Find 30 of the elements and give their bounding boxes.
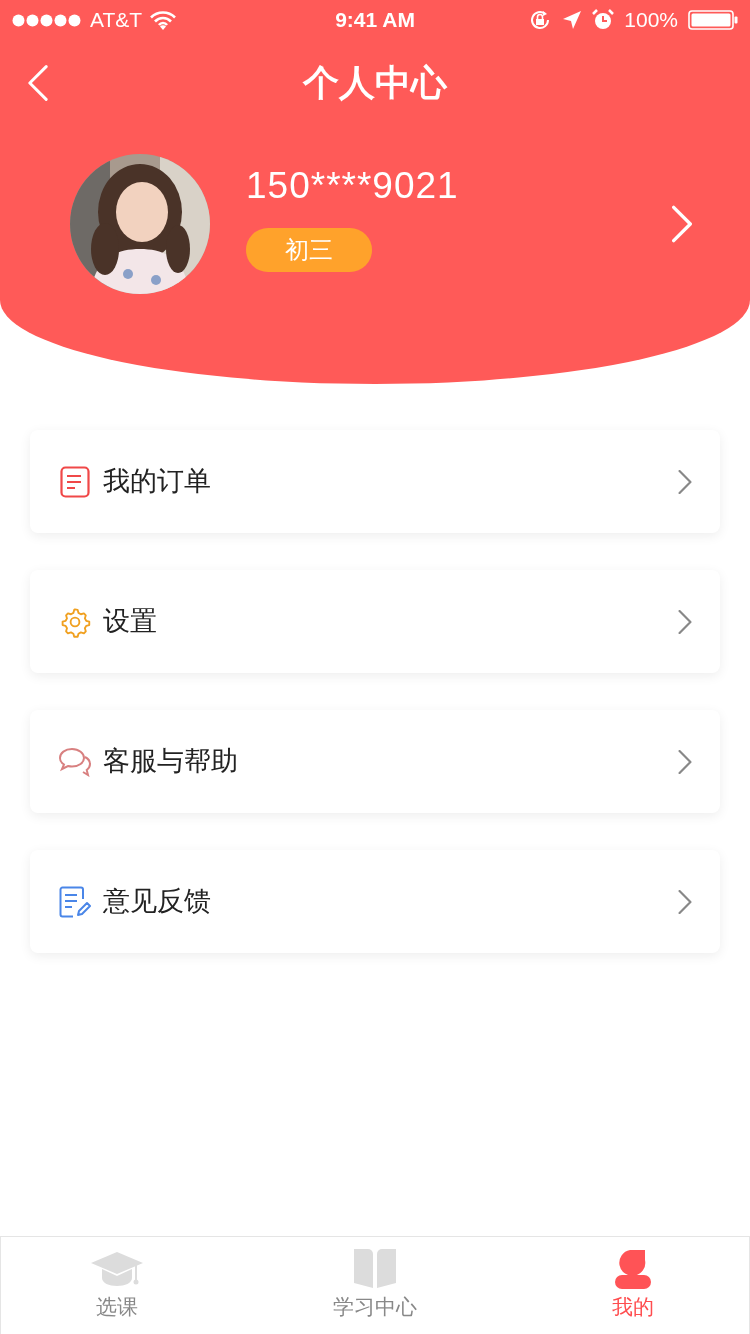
location-arrow-icon xyxy=(562,10,583,30)
menu-label: 我的订单 xyxy=(103,465,212,499)
page-title: 个人中心 xyxy=(303,61,447,105)
graduation-cap-icon xyxy=(89,1251,144,1289)
tab[interactable]: 选课 xyxy=(1,1237,233,1334)
menu-item[interactable]: 我的订单 xyxy=(30,430,720,533)
chevron-right-icon xyxy=(678,889,692,914)
user-icon xyxy=(614,1249,653,1289)
chevron-right-icon xyxy=(672,205,692,243)
menu-item[interactable]: 意见反馈 xyxy=(30,850,720,953)
menu-label: 设置 xyxy=(103,605,158,639)
wifi-icon xyxy=(150,10,177,30)
signal-icon xyxy=(12,13,82,27)
grade-badge: 初三 xyxy=(246,227,372,272)
alarm-clock-icon xyxy=(592,9,615,31)
battery-icon xyxy=(688,10,738,30)
back-icon xyxy=(28,65,48,101)
menu-label: 客服与帮助 xyxy=(103,745,239,779)
chevron-right-icon xyxy=(678,749,692,774)
phone-number: 150****9021 xyxy=(246,164,460,209)
menu-item[interactable]: 客服与帮助 xyxy=(30,710,720,813)
time-text: 9:41 AM xyxy=(335,7,415,34)
carrier-text: AT&T xyxy=(90,7,143,34)
chevron-right-icon xyxy=(678,469,692,494)
battery-percent-text: 100% xyxy=(624,7,678,34)
book-icon xyxy=(351,1247,399,1289)
menu-item[interactable]: 设置 xyxy=(30,570,720,673)
tab[interactable]: 学习中心 xyxy=(232,1237,518,1334)
chevron-right-icon xyxy=(678,609,692,634)
menu-label: 意见反馈 xyxy=(103,885,212,919)
